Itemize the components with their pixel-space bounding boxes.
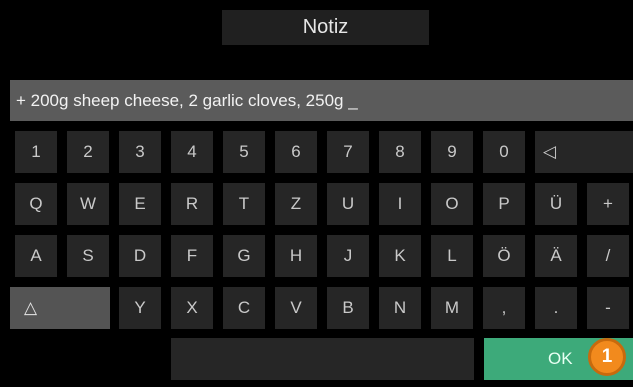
key-row_a-5[interactable]: H (275, 235, 317, 277)
key-row_q-8[interactable]: O (431, 183, 473, 225)
key-row_y-9[interactable]: - (587, 287, 629, 329)
key-numbers-3[interactable]: 4 (171, 131, 213, 173)
key-numbers-4[interactable]: 5 (223, 131, 265, 173)
key-numbers-0[interactable]: 1 (15, 131, 57, 173)
key-row_y-6[interactable]: M (431, 287, 473, 329)
key-row_q-4[interactable]: T (223, 183, 265, 225)
note-input[interactable]: + 200g sheep cheese, 2 garlic cloves, 25… (10, 80, 633, 121)
step-badge: 1 (588, 338, 626, 376)
key-row_q-9[interactable]: P (483, 183, 525, 225)
key-numbers-7[interactable]: 8 (379, 131, 421, 173)
key-row_q-2[interactable]: E (119, 183, 161, 225)
key-numbers-1[interactable]: 2 (67, 131, 109, 173)
backspace-key[interactable]: ◁ (535, 131, 633, 173)
key-row_a-8[interactable]: L (431, 235, 473, 277)
key-row_a-10[interactable]: Ä (535, 235, 577, 277)
key-row_y-7[interactable]: , (483, 287, 525, 329)
key-row_q-3[interactable]: R (171, 183, 213, 225)
key-numbers-2[interactable]: 3 (119, 131, 161, 173)
key-row_q-1[interactable]: W (67, 183, 109, 225)
key-row_y-4[interactable]: B (327, 287, 369, 329)
key-row_q-11[interactable]: + (587, 183, 629, 225)
key-numbers-9[interactable]: 0 (483, 131, 525, 173)
key-row_a-4[interactable]: G (223, 235, 265, 277)
key-numbers-8[interactable]: 9 (431, 131, 473, 173)
key-row_q-10[interactable]: Ü (535, 183, 577, 225)
key-row_a-11[interactable]: / (587, 235, 629, 277)
key-row_q-6[interactable]: U (327, 183, 369, 225)
key-row_y-3[interactable]: V (275, 287, 317, 329)
key-row_y-8[interactable]: . (535, 287, 577, 329)
shift-key[interactable]: △ (10, 287, 110, 329)
key-row_y-0[interactable]: Y (119, 287, 161, 329)
key-row_y-2[interactable]: C (223, 287, 265, 329)
key-row_a-9[interactable]: Ö (483, 235, 525, 277)
key-row_y-1[interactable]: X (171, 287, 213, 329)
key-row_q-0[interactable]: Q (15, 183, 57, 225)
key-row_y-5[interactable]: N (379, 287, 421, 329)
key-row_q-7[interactable]: I (379, 183, 421, 225)
key-numbers-6[interactable]: 7 (327, 131, 369, 173)
key-row_a-6[interactable]: J (327, 235, 369, 277)
note-title: Notiz (222, 10, 429, 45)
key-row_a-1[interactable]: S (67, 235, 109, 277)
key-row_q-5[interactable]: Z (275, 183, 317, 225)
key-numbers-5[interactable]: 6 (275, 131, 317, 173)
key-row_a-2[interactable]: D (119, 235, 161, 277)
space-key[interactable] (171, 338, 474, 380)
key-row_a-7[interactable]: K (379, 235, 421, 277)
key-row_a-3[interactable]: F (171, 235, 213, 277)
key-row_a-0[interactable]: A (15, 235, 57, 277)
